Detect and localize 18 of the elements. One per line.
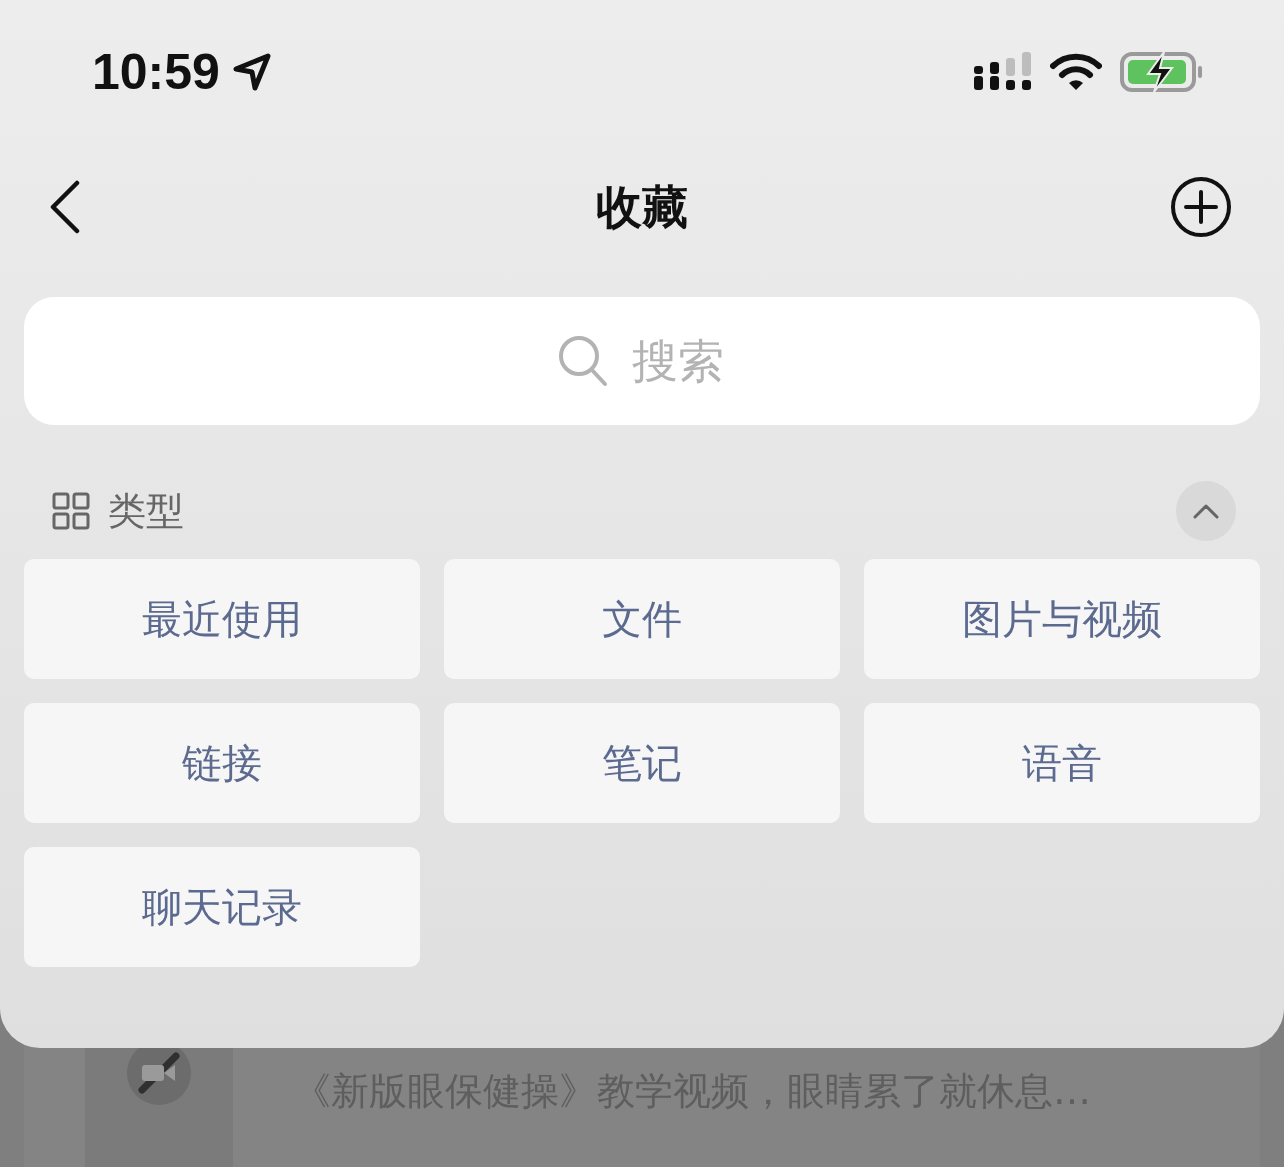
section-title: 类型 <box>108 487 184 535</box>
search-field[interactable]: 搜索 <box>24 297 1260 425</box>
category-button[interactable]: 链接 <box>24 703 420 823</box>
page-title: 收藏 <box>596 179 688 236</box>
grid-icon <box>52 492 90 530</box>
signal-icon <box>974 52 1034 92</box>
category-button[interactable]: 文件 <box>444 559 840 679</box>
location-arrow-icon <box>231 52 272 92</box>
wifi-icon <box>1050 52 1102 92</box>
category-button[interactable]: 语音 <box>864 703 1260 823</box>
category-button[interactable]: 笔记 <box>444 703 840 823</box>
category-button[interactable]: 聊天记录 <box>24 847 420 967</box>
status-time: 10:59 <box>92 43 220 101</box>
category-button[interactable]: 最近使用 <box>24 559 420 679</box>
category-button[interactable]: 图片与视频 <box>864 559 1260 679</box>
battery-charging-icon <box>1120 51 1204 93</box>
chevron-up-icon <box>1193 503 1219 519</box>
search-icon <box>558 335 608 387</box>
